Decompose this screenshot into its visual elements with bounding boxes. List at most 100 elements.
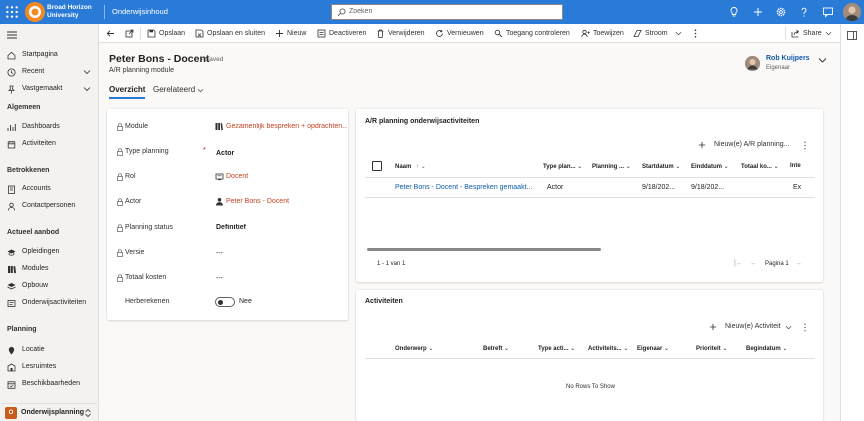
- field-value-totaal-kosten[interactable]: ---: [216, 275, 347, 282]
- open-in-new-window-icon[interactable]: [125, 29, 134, 38]
- column-header-planning[interactable]: Planning ... ⌄: [592, 163, 631, 170]
- refresh-label: Vernieuwen: [447, 30, 484, 37]
- chevron-down-icon[interactable]: [818, 56, 827, 64]
- field-value-planning-status[interactable]: Definitief: [216, 224, 347, 231]
- refresh-button[interactable]: Vernieuwen: [435, 24, 485, 43]
- sidebar-item-label: Startpagina: [22, 51, 58, 58]
- field-label: Rol: [125, 173, 136, 180]
- app-launcher-icon[interactable]: [5, 5, 19, 19]
- role-icon: [215, 173, 224, 181]
- column-header-betreft[interactable]: Betreft ⌄: [483, 345, 509, 352]
- sidebar-item-label: Modules: [22, 265, 49, 272]
- column-header-begindatum[interactable]: Begindatum ⌄: [746, 345, 787, 352]
- field-value-versie[interactable]: ---: [216, 250, 347, 257]
- delete-button[interactable]: Verwijderen: [376, 24, 430, 43]
- new-button[interactable]: Nieuw: [275, 24, 309, 43]
- column-header-activiteitsstatus[interactable]: Activiteits... ⌄: [588, 345, 628, 352]
- lightbulb-icon[interactable]: [727, 5, 741, 19]
- plus-icon[interactable]: [751, 5, 765, 19]
- hamburger-menu-icon[interactable]: [7, 31, 17, 39]
- sidebar-item-locatie[interactable]: Locatie: [0, 343, 99, 358]
- chevron-down-icon: ⌄: [782, 346, 788, 352]
- more-options-icon[interactable]: [803, 323, 807, 332]
- column-header-einddatum[interactable]: Einddatum ⌄: [691, 163, 729, 170]
- modules-icon: [8, 266, 16, 274]
- top-bar: Broad Horizon University Onderwijsinhoud …: [0, 0, 864, 24]
- field-value-actor[interactable]: Peter Bons - Docent: [226, 198, 347, 205]
- sidebar-item-onderwijsactiviteiten[interactable]: Onderwijsactiviteiten: [0, 296, 99, 311]
- column-header-startdatum[interactable]: Startdatum ⌄: [642, 163, 680, 170]
- sidebar-item-accounts[interactable]: Accounts: [0, 182, 99, 197]
- share-button[interactable]: Share: [791, 24, 835, 43]
- back-arrow-icon[interactable]: [106, 29, 115, 38]
- column-header-onderwerp[interactable]: Onderwerp ⌄: [395, 345, 433, 352]
- sidebar-item-beschikbaarheden[interactable]: Beschikbaarheden: [0, 377, 99, 392]
- gear-icon[interactable]: [774, 5, 788, 19]
- tab-gerelateerd[interactable]: Gerelateerd: [153, 85, 204, 94]
- sidebar-item-label: Vastgemaakt: [22, 85, 63, 92]
- chevron-down-icon[interactable]: [83, 68, 91, 76]
- field-value-type-planning[interactable]: Actor: [216, 150, 347, 157]
- sidebar-item-modules[interactable]: Modules: [0, 262, 99, 277]
- more-commands-icon[interactable]: [693, 29, 698, 38]
- column-header-label: Totaal ko...: [741, 164, 772, 170]
- flow-button[interactable]: Stroom: [633, 24, 682, 43]
- column-header-eigenaar[interactable]: Eigenaar ⌄: [637, 345, 669, 352]
- plus-icon: [276, 30, 283, 37]
- sidebar-item-dashboards[interactable]: Dashboards: [0, 120, 99, 135]
- column-header-type-planning[interactable]: Type plan... ⌄: [543, 163, 582, 170]
- header-divider: [365, 177, 815, 178]
- column-header-prioriteit[interactable]: Prioriteit ⌄: [696, 345, 727, 352]
- save-button[interactable]: Opslaan: [147, 24, 185, 43]
- field-value-rol[interactable]: Docent: [226, 173, 347, 180]
- app-name[interactable]: Onderwijsinhoud: [112, 7, 168, 16]
- ar-planning-subgrid: A/R planning onderwijsactiviteiten Nieuw…: [356, 109, 823, 282]
- chevron-down-icon[interactable]: [83, 85, 91, 93]
- sidebar-item-opbouw[interactable]: Opbouw: [0, 279, 99, 294]
- sidebar-item-recent[interactable]: Recent: [0, 65, 99, 80]
- select-all-checkbox[interactable]: [372, 161, 382, 171]
- field-value-module[interactable]: Gezamenlijk bespreken + opdrachten...: [226, 123, 347, 130]
- search-placeholder: Zoeken: [349, 8, 373, 15]
- sidebar-item-activiteiten[interactable]: Activiteiten: [0, 137, 99, 152]
- first-page-icon[interactable]: |←: [734, 260, 743, 267]
- cell-naam[interactable]: Peter Bons - Docent - Bespreken gemaakt.…: [395, 184, 532, 191]
- assign-button[interactable]: Toewijzen: [581, 24, 625, 43]
- sidebar-item-opleidingen[interactable]: Opleidingen: [0, 245, 99, 260]
- sidebar-item-lesruimtes[interactable]: Lesruimtes: [0, 360, 99, 375]
- deactivate-button[interactable]: Deactiveren: [317, 24, 369, 43]
- help-icon[interactable]: [797, 5, 811, 19]
- activities-icon: [7, 141, 16, 149]
- sidebar-item-contactpersonen[interactable]: Contactpersonen: [0, 199, 99, 214]
- column-header-totaal-kosten[interactable]: Totaal ko... ⌄: [741, 163, 779, 170]
- new-activity-button[interactable]: Nieuw(e) Activiteit: [709, 322, 793, 334]
- user-avatar[interactable]: [843, 3, 861, 21]
- check-access-button[interactable]: Toegang controleren: [494, 24, 570, 43]
- side-pane-icon[interactable]: [847, 31, 857, 40]
- owner-avatar[interactable]: [745, 56, 760, 71]
- chat-icon[interactable]: [821, 5, 835, 19]
- more-options-icon[interactable]: [803, 141, 807, 150]
- sidebar-item-startpagina[interactable]: Startpagina: [0, 48, 99, 63]
- delete-label: Verwijderen: [388, 30, 425, 37]
- next-page-icon[interactable]: →: [795, 260, 802, 267]
- save-and-close-button[interactable]: Opslaan en sluiten: [195, 24, 265, 43]
- sidebar-group-algemeen: Algemeen: [7, 104, 41, 111]
- column-header-naam[interactable]: Naam ↑ ⌄: [395, 163, 426, 170]
- search-input[interactable]: Zoeken: [331, 4, 563, 20]
- new-label: Nieuw: [287, 30, 307, 37]
- horizontal-scrollbar[interactable]: [367, 248, 601, 251]
- new-ar-planning-button[interactable]: Nieuw(e) A/R planning...: [698, 140, 798, 152]
- teaching-activities-icon: [7, 300, 16, 307]
- owner-name[interactable]: Rob Kuijpers: [766, 55, 810, 62]
- chevron-down-icon: ⌄: [723, 164, 729, 170]
- account-icon: [8, 185, 15, 194]
- previous-page-icon[interactable]: ←: [750, 260, 757, 267]
- field-label: Herberekenen: [125, 298, 170, 305]
- area-switcher[interactable]: O Onderwijsplanning: [2, 403, 97, 419]
- column-header-inte[interactable]: Inte: [790, 163, 801, 169]
- tab-overzicht[interactable]: Overzicht: [109, 85, 145, 94]
- column-header-type-activiteit[interactable]: Type acti... ⌄: [538, 345, 575, 352]
- herberekenen-toggle[interactable]: [215, 297, 235, 307]
- sidebar-item-vastgemaakt[interactable]: Vastgemaakt: [0, 82, 99, 97]
